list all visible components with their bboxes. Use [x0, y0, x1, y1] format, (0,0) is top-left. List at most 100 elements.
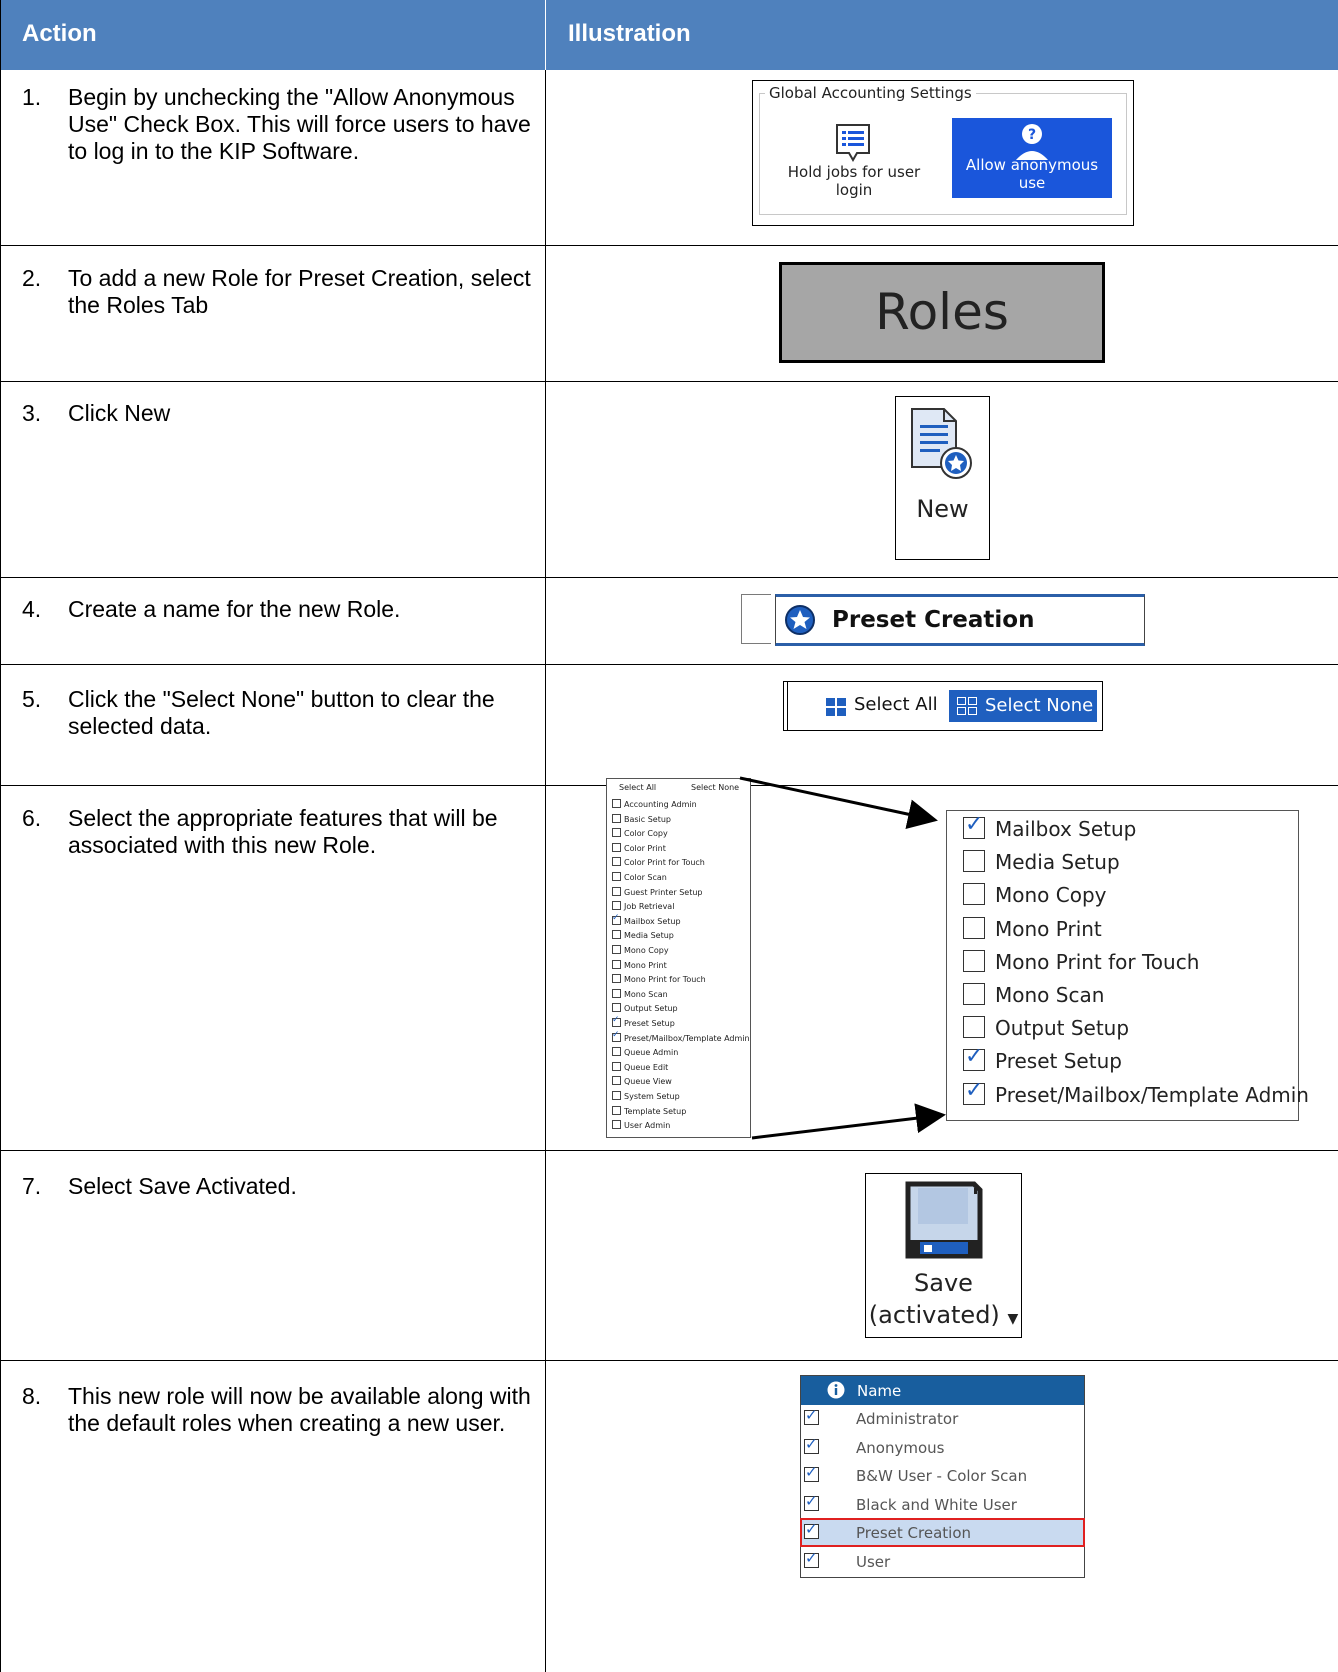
- new-button[interactable]: New: [895, 396, 990, 560]
- feature-list-item[interactable]: Queue View: [612, 1076, 672, 1089]
- feature-checkbox[interactable]: [612, 988, 621, 998]
- role-row-checkbox[interactable]: [804, 1435, 819, 1454]
- header-action: Action: [0, 0, 545, 70]
- feature-list-item[interactable]: Mono Print: [963, 916, 1102, 950]
- feature-checkbox[interactable]: [963, 949, 985, 972]
- feature-checkbox[interactable]: [612, 930, 621, 940]
- feature-checkbox[interactable]: [612, 813, 621, 823]
- feature-checkbox[interactable]: [963, 1044, 985, 1072]
- role-row[interactable]: Black and White User: [801, 1491, 1084, 1518]
- feature-checkbox[interactable]: [612, 799, 621, 808]
- role-row[interactable]: Administrator: [801, 1405, 1084, 1432]
- role-row-checkbox[interactable]: [804, 1492, 819, 1511]
- feature-checkbox[interactable]: [963, 916, 985, 939]
- feature-list-item[interactable]: Mono Copy: [612, 945, 669, 958]
- feature-list-item[interactable]: Output Setup: [963, 1016, 1129, 1049]
- feature-checkbox[interactable]: [963, 1078, 985, 1105]
- select-all-mini[interactable]: Select All: [619, 783, 656, 792]
- feature-list-item[interactable]: Job Retrieval: [612, 901, 674, 914]
- feature-label: Mono Print for Touch: [624, 975, 706, 985]
- roles-tab[interactable]: Roles: [779, 262, 1105, 363]
- feature-checkbox[interactable]: [612, 945, 621, 954]
- feature-list-item[interactable]: Output Setup: [612, 1003, 678, 1016]
- role-row-checkbox[interactable]: [804, 1406, 819, 1425]
- role-row-checkbox[interactable]: [804, 1549, 819, 1568]
- role-row-checkbox[interactable]: [804, 1520, 819, 1539]
- feature-list-item[interactable]: Mono Scan: [612, 988, 668, 1002]
- feature-checkbox[interactable]: [612, 842, 621, 852]
- role-checkbox[interactable]: [741, 594, 771, 644]
- role-row[interactable]: Preset Creation: [800, 1518, 1085, 1547]
- feature-list-toolbar: Select All Select None: [611, 783, 749, 797]
- feature-list-item[interactable]: Queue Edit: [612, 1061, 668, 1075]
- select-all-button[interactable]: Select All: [854, 694, 938, 715]
- feature-checkbox[interactable]: [612, 901, 621, 911]
- feature-list-item[interactable]: Queue Admin: [612, 1047, 678, 1060]
- feature-list-item[interactable]: Mailbox Setup: [963, 812, 1136, 850]
- feature-list-item[interactable]: Color Scan: [612, 872, 667, 885]
- feature-list-item[interactable]: Mono Print: [612, 959, 667, 973]
- feature-list-item[interactable]: Mailbox Setup: [612, 913, 681, 929]
- allow-anonymous-button[interactable]: ? Allow anonymous use: [952, 118, 1112, 198]
- feature-checkbox[interactable]: [612, 913, 621, 925]
- feature-list-item[interactable]: Color Print: [612, 842, 666, 856]
- feature-checkbox[interactable]: [612, 1076, 621, 1086]
- feature-checkbox[interactable]: [612, 857, 621, 867]
- feature-list-item[interactable]: Color Print for Touch: [612, 857, 705, 870]
- feature-list-item[interactable]: Color Copy: [612, 828, 668, 841]
- save-activated-button[interactable]: Save (activated) ▼: [865, 1173, 1022, 1338]
- feature-checkbox[interactable]: [612, 974, 621, 984]
- feature-checkbox[interactable]: [612, 1015, 621, 1027]
- feature-list-item[interactable]: Preset Setup: [612, 1015, 675, 1031]
- feature-list-item[interactable]: Template Setup: [612, 1105, 686, 1119]
- feature-checkbox[interactable]: [612, 959, 621, 969]
- feature-list-item[interactable]: Mono Print for Touch: [612, 974, 706, 987]
- feature-list-item[interactable]: Basic Setup: [612, 813, 671, 827]
- feature-checkbox[interactable]: [612, 1030, 621, 1042]
- feature-checkbox[interactable]: [612, 1120, 621, 1130]
- feature-checkbox[interactable]: [612, 1003, 621, 1013]
- dropdown-arrow-icon[interactable]: ▼: [1007, 1311, 1018, 1327]
- row-divider: [0, 577, 1338, 578]
- feature-list-item[interactable]: Mono Scan: [963, 983, 1104, 1016]
- feature-checkbox[interactable]: [963, 983, 985, 1005]
- role-row-label: Anonymous: [856, 1438, 945, 1457]
- select-none-mini[interactable]: Select None: [691, 783, 739, 792]
- toolbar-edge: [787, 682, 788, 730]
- feature-checkbox[interactable]: [612, 1105, 621, 1115]
- role-row-label: Black and White User: [856, 1495, 1017, 1514]
- feature-list-item[interactable]: Mono Copy: [963, 883, 1107, 916]
- role-row[interactable]: B&W User - Color Scan: [801, 1462, 1084, 1489]
- feature-list-item[interactable]: Media Setup: [612, 930, 674, 943]
- feature-list-item[interactable]: Guest Printer Setup: [612, 886, 702, 900]
- feature-list-item[interactable]: Preset/Mailbox/Template Admin: [963, 1078, 1309, 1116]
- feature-checkbox[interactable]: [963, 812, 985, 839]
- feature-checkbox[interactable]: [963, 883, 985, 906]
- feature-checkbox[interactable]: [612, 1061, 621, 1071]
- feature-checkbox[interactable]: [963, 850, 985, 873]
- feature-list-item[interactable]: Preset/Mailbox/Template Admin: [612, 1030, 750, 1046]
- feature-checkbox[interactable]: [612, 1047, 621, 1057]
- role-name-field[interactable]: Preset Creation: [775, 594, 1145, 646]
- hold-jobs-button[interactable]: Hold jobs for user login: [769, 121, 939, 201]
- role-row[interactable]: User: [801, 1548, 1084, 1575]
- feature-list-item[interactable]: User Admin: [612, 1120, 670, 1133]
- feature-label: Color Print: [624, 843, 666, 853]
- feature-list-item[interactable]: Media Setup: [963, 850, 1120, 883]
- global-accounting-settings-panel: Global Accounting Settings Hold jobs for…: [752, 80, 1134, 226]
- save-activated-label: (activated) ▼: [866, 1301, 1021, 1329]
- feature-checkbox[interactable]: [612, 886, 621, 896]
- role-row[interactable]: Anonymous: [801, 1434, 1084, 1461]
- role-row-checkbox[interactable]: [804, 1463, 819, 1482]
- feature-checkbox[interactable]: [612, 828, 621, 838]
- feature-list-item[interactable]: Accounting Admin: [612, 799, 697, 812]
- list-document-icon: [836, 124, 870, 163]
- feature-checkbox[interactable]: [612, 1091, 621, 1100]
- feature-list-item[interactable]: Mono Print for Touch: [963, 949, 1199, 983]
- feature-checkbox[interactable]: [963, 1016, 985, 1039]
- feature-list-item[interactable]: Preset Setup: [963, 1044, 1122, 1082]
- feature-list-item[interactable]: System Setup: [612, 1091, 680, 1104]
- name-column-header[interactable]: Name: [801, 1376, 1084, 1405]
- feature-checkbox[interactable]: [612, 872, 621, 881]
- select-none-button[interactable]: Select None: [949, 690, 1097, 722]
